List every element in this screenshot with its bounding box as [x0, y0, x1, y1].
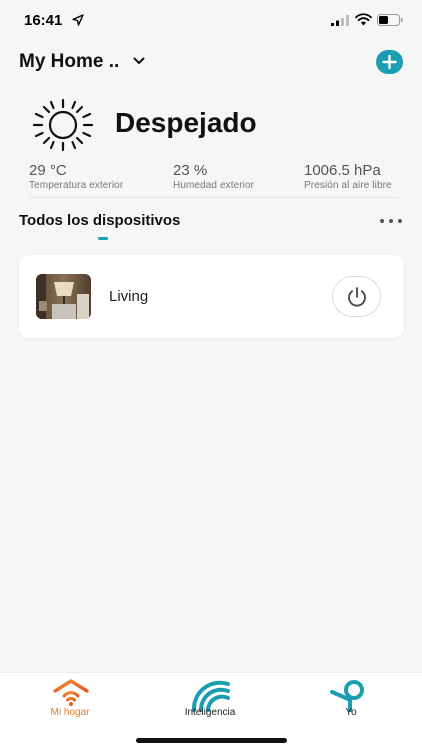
pressure-label: Presión al aire libre [304, 180, 392, 191]
more-icon[interactable] [379, 218, 403, 224]
location-arrow-icon [72, 14, 84, 26]
power-icon [348, 287, 366, 307]
device-name: Living [109, 288, 149, 305]
tab-label-me: Yo [345, 707, 357, 718]
plus-icon [382, 54, 397, 70]
temperature-value: 29 °C [29, 162, 67, 179]
signal-icon [331, 15, 349, 26]
tab-all-devices[interactable]: Todos los dispositivos [19, 212, 180, 229]
divider [29, 197, 398, 198]
active-tab-indicator [98, 237, 108, 240]
temperature-stat: 29 °C Temperatura exterior [29, 162, 123, 191]
status-time: 16:41 [24, 12, 63, 29]
temperature-label: Temperatura exterior [29, 180, 124, 191]
weather-condition: Despejado [115, 107, 257, 138]
pressure-stat: 1006.5 hPa Presión al aire libre [304, 162, 392, 191]
home-selector[interactable]: My Home .. [19, 51, 119, 73]
tab-label-home: Mi hogar [50, 707, 90, 718]
chevron-down-icon[interactable] [133, 56, 145, 66]
device-image [36, 274, 91, 319]
power-button[interactable] [332, 276, 381, 317]
home-indicator[interactable] [136, 738, 287, 743]
device-card[interactable]: Living [19, 255, 404, 338]
pressure-value: 1006.5 hPa [304, 162, 381, 179]
living-room-photo [36, 274, 91, 319]
sun-icon [32, 98, 94, 152]
tab-label-intelligence: Inteligencia [184, 707, 236, 718]
battery-icon [377, 14, 403, 26]
humidity-stat: 23 % Humedad exterior [173, 162, 254, 191]
status-bar: 16:41 [0, 0, 422, 44]
humidity-label: Humedad exterior [173, 180, 255, 191]
header: My Home .. [19, 48, 403, 76]
add-device-button[interactable] [376, 50, 403, 74]
humidity-value: 23 % [173, 162, 208, 179]
home-wifi-icon [53, 679, 89, 706]
wifi-icon [355, 13, 372, 26]
